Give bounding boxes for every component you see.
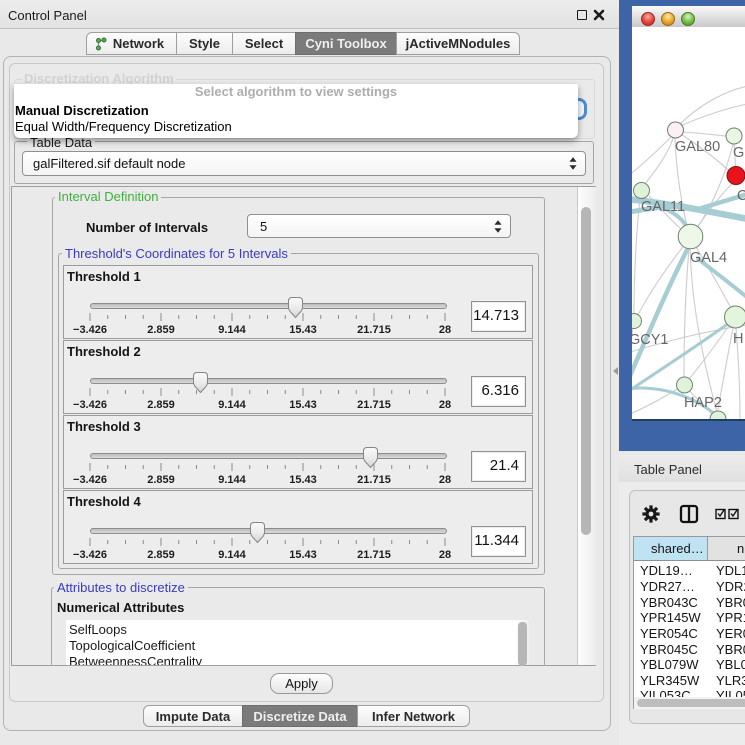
svg-text:GCY1: GCY1 bbox=[632, 332, 669, 348]
svg-text:H: H bbox=[733, 331, 743, 347]
svg-text:GAL4: GAL4 bbox=[690, 250, 727, 266]
svg-text:G.: G. bbox=[733, 145, 745, 161]
svg-text:GAL80: GAL80 bbox=[675, 139, 720, 155]
svg-text:GAL11: GAL11 bbox=[641, 199, 685, 215]
svg-text:HAP2: HAP2 bbox=[684, 395, 722, 411]
svg-text:C: C bbox=[737, 188, 745, 204]
